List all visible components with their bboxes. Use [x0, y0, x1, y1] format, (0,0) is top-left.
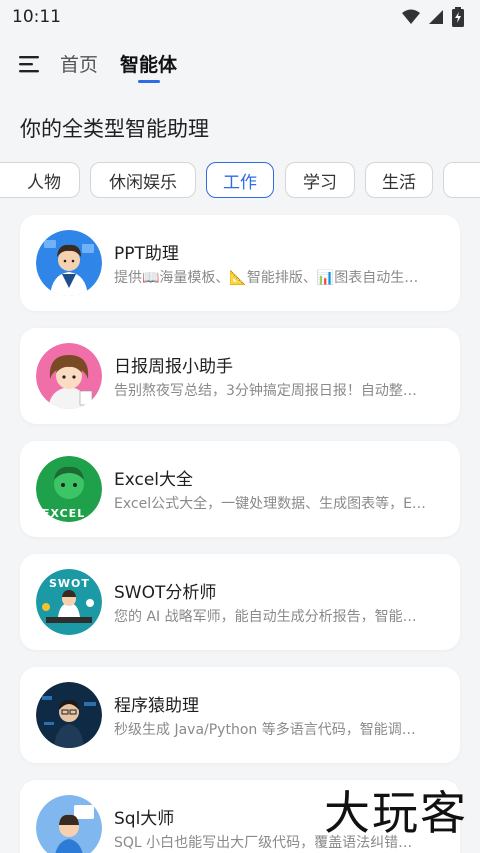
card-desc: 秒级生成 Java/Python 等多语言代码，智能调…: [114, 722, 416, 738]
agent-card-programmer[interactable]: 程序猿助理 秒级生成 Java/Python 等多语言代码，智能调…: [20, 667, 460, 763]
card-title: Excel大全: [114, 470, 194, 490]
chip-label: 生活: [382, 172, 416, 193]
agent-card-report[interactable]: 日报周报小助手 告别熬夜写总结，3分钟搞定周报日报！自动整…: [20, 328, 460, 424]
chip-label: 休闲娱乐: [109, 172, 177, 193]
menu-icon: [19, 56, 39, 73]
swot-avatar-label: SWOT: [49, 577, 90, 590]
card-desc: 您的 AI 战略军师，能自动生成分析报告，智能…: [114, 609, 417, 625]
category-chips: 人物 休闲娱乐 工作 学习 生活: [0, 162, 480, 198]
card-title: 程序猿助理: [114, 696, 199, 716]
chip-label: 工作: [223, 172, 257, 193]
status-bar: 10:11: [0, 0, 480, 34]
card-title: PPT助理: [114, 244, 179, 264]
page-title: 你的全类型智能助理: [20, 117, 209, 141]
status-icons: [402, 7, 464, 27]
card-desc: 告别熬夜写总结，3分钟搞定周报日报！自动整…: [114, 383, 417, 399]
excel-avatar-label: EXCEL: [42, 507, 86, 520]
chip-life[interactable]: 生活: [365, 162, 433, 198]
tab-agents[interactable]: 智能体: [120, 50, 177, 83]
agent-card-excel[interactable]: EXCEL Excel大全 Excel公式大全，一键处理数据、生成图表等，E…: [20, 441, 460, 537]
chip-label: 学习: [303, 172, 337, 193]
agent-card-swot[interactable]: SWOT SWOT分析师 您的 AI 战略军师，能自动生成分析报告，智能…: [20, 554, 460, 650]
chip-leisure[interactable]: 休闲娱乐: [90, 162, 196, 198]
sql-avatar: [36, 795, 102, 853]
wifi-icon: [402, 9, 420, 24]
cellular-icon: [429, 10, 443, 24]
card-title: 日报周报小助手: [114, 357, 233, 377]
tab-home[interactable]: 首页: [60, 50, 98, 79]
card-desc: Excel公式大全，一键处理数据、生成图表等，E…: [114, 496, 426, 512]
chip-work[interactable]: 工作: [206, 162, 274, 198]
report-avatar: [36, 343, 102, 409]
battery-icon: [452, 7, 464, 27]
programmer-avatar: [36, 682, 102, 748]
ppt-avatar: [36, 230, 102, 296]
status-time: 10:11: [12, 7, 61, 27]
card-title: SWOT分析师: [114, 583, 217, 603]
card-title: Sql大师: [114, 809, 175, 829]
menu-button[interactable]: [0, 40, 60, 88]
agent-card-ppt[interactable]: PPT PPT助理 提供📖海量模板、📐智能排版、📊图表自动生…: [20, 215, 460, 311]
chip-label: 人物: [27, 172, 61, 193]
watermark-logo: 大玩客: [324, 786, 468, 840]
top-nav: 首页 智能体: [0, 40, 480, 88]
chip-study[interactable]: 学习: [285, 162, 355, 198]
ppt-avatar-label: PPT: [59, 289, 79, 299]
chip-more[interactable]: [443, 162, 480, 198]
card-desc: 提供📖海量模板、📐智能排版、📊图表自动生…: [114, 270, 419, 286]
chip-people[interactable]: 人物: [0, 162, 80, 198]
